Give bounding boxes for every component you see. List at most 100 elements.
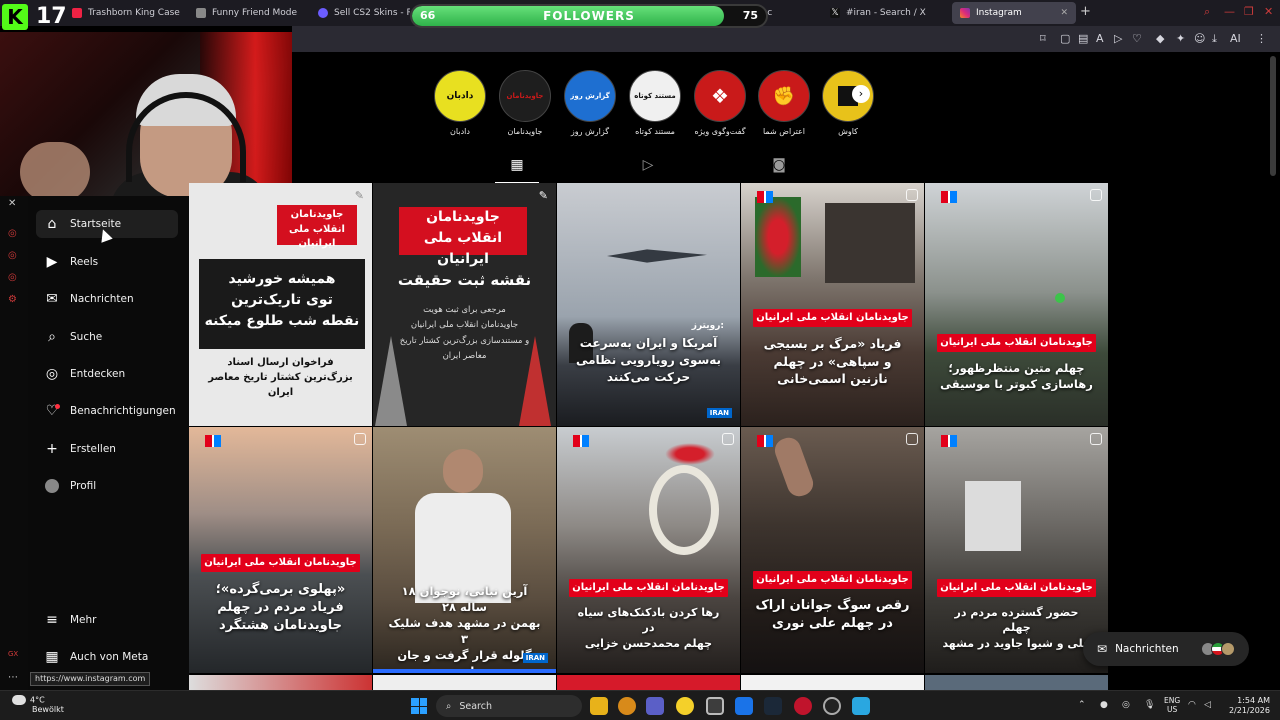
app-icon[interactable]: GX: [8, 650, 18, 658]
x-logo-icon[interactable]: ✕: [8, 198, 16, 209]
taskbar-search[interactable]: ⌕ Search: [436, 695, 582, 717]
flag-icon: [757, 191, 773, 203]
story-highlight[interactable]: دادبان دادبان: [430, 70, 490, 136]
menu-icon[interactable]: ⋮: [1256, 32, 1267, 45]
sidebar-icon[interactable]: ▷: [1114, 32, 1122, 45]
followers-current: 66: [420, 9, 436, 22]
sidebar-item-messages[interactable]: ✉ Nachrichten: [36, 285, 178, 313]
app-icon[interactable]: [852, 697, 870, 715]
browser-tab-active[interactable]: Instagram ✕: [952, 2, 1076, 24]
post-tile[interactable]: [925, 675, 1108, 690]
sidebar-item-reels[interactable]: ▶ Reels: [36, 248, 178, 276]
microphone-icon[interactable]: 🎙: [1144, 700, 1155, 710]
new-tab-button[interactable]: +: [1080, 4, 1091, 19]
heart-icon[interactable]: ♡: [1132, 32, 1142, 45]
obs-icon[interactable]: [823, 697, 841, 715]
post-tile[interactable]: جاویدنامان انقلاب ملی ایرانیان حضور گستر…: [925, 427, 1108, 673]
story-highlight[interactable]: کاوش: [818, 70, 878, 136]
tray-icon[interactable]: ●: [1100, 700, 1108, 710]
post-tile[interactable]: جاویدنامان انقلاب ملی ایرانیان رها کردن …: [557, 427, 740, 673]
posts-grid-icon[interactable]: ▦: [507, 157, 527, 177]
browser-tab[interactable]: Sell CS2 Skins - Real: [310, 2, 410, 24]
account-icon[interactable]: ☺: [1194, 32, 1205, 45]
post-tile[interactable]: [557, 675, 740, 690]
close-window-icon[interactable]: ✕: [1264, 5, 1273, 18]
extensions-icon[interactable]: ✦: [1176, 32, 1185, 45]
bookmark-icon[interactable]: ⌑: [1040, 32, 1046, 45]
language-indicator[interactable]: ENG US: [1164, 696, 1180, 715]
stories-next-button[interactable]: ›: [852, 85, 870, 103]
app-icon[interactable]: ◎: [8, 228, 17, 239]
story-highlight[interactable]: مستند کوتاه مستند کوتاه: [625, 70, 685, 136]
post-tile[interactable]: جاویدنامان انقلاب ملی ایرانیان «پهلوی بر…: [189, 427, 372, 673]
post-banner: جاویدنامان انقلاب ملی ایرانیان: [753, 571, 912, 589]
download-icon[interactable]: ⤓: [1212, 32, 1217, 46]
ai-icon[interactable]: AI: [1230, 32, 1241, 45]
tab-favicon-icon: [72, 8, 82, 18]
story-highlight[interactable]: گزارش روز گزارش روز: [560, 70, 620, 136]
post-tile[interactable]: [373, 675, 556, 690]
chevron-up-icon[interactable]: ⌃: [1078, 700, 1086, 710]
search-icon[interactable]: ⌕: [1204, 5, 1210, 19]
app-icon[interactable]: ◎: [8, 272, 17, 283]
teams-icon[interactable]: [646, 697, 664, 715]
cloud-icon: [12, 695, 26, 705]
heart-icon: ♡: [45, 403, 60, 419]
close-tab-icon[interactable]: ✕: [1060, 8, 1068, 18]
clock[interactable]: 1:54 AM 2/21/2026: [1224, 696, 1270, 716]
post-tile[interactable]: جاویدنامان انقلاب ملی ایرانیان چهلم متین…: [925, 183, 1108, 426]
x-logo-icon: 𝕏: [830, 8, 840, 18]
sidebar-item-notifications[interactable]: ♡ Benachrichtigungen: [36, 397, 178, 425]
post-tile[interactable]: جاویدنامان انقلاب ملی ایرانیان فریاد «مر…: [741, 183, 924, 426]
sidebar-item-explore[interactable]: ◎ Entdecken: [36, 360, 178, 388]
volume-icon[interactable]: ◁: [1204, 700, 1211, 710]
post-tile[interactable]: [741, 675, 924, 690]
settings-icon[interactable]: ⚙: [8, 294, 17, 305]
store-icon[interactable]: [706, 697, 724, 715]
translate-icon[interactable]: A: [1096, 32, 1104, 45]
steam-icon[interactable]: [764, 697, 782, 715]
app-icon[interactable]: ◎: [8, 250, 17, 261]
sidebar-item-profile[interactable]: Profil: [36, 472, 178, 500]
status-url: https://www.instagram.com: [30, 672, 151, 686]
screenshot-icon[interactable]: ▢: [1060, 32, 1070, 45]
file-explorer-icon[interactable]: [590, 697, 608, 715]
messages-pill-button[interactable]: ✉ Nachrichten: [1083, 632, 1249, 666]
post-tile[interactable]: رویترز: آمریکا و ایران به‌سرعت به‌سوی رو…: [557, 183, 740, 426]
weather-widget[interactable]: 4°C Bewölkt: [12, 695, 64, 715]
browser-tab[interactable]: Funny Friend Mode: [188, 2, 304, 24]
post-tile[interactable]: آرین نباتی، نوجوان ۱۸ ساله ۲۸ بهمن در مش…: [373, 427, 556, 673]
story-highlight[interactable]: ❖ گفت‌وگوی ویژه: [690, 70, 750, 136]
browser-tab[interactable]: 𝕏 #iran - Search / X: [822, 2, 946, 24]
sidebar-item-search[interactable]: ⌕ Suche: [36, 323, 178, 351]
minimize-icon[interactable]: —: [1224, 5, 1235, 18]
app-icon[interactable]: [618, 697, 636, 715]
wifi-icon[interactable]: ◠: [1188, 700, 1196, 710]
more-icon[interactable]: ⋯: [8, 672, 18, 683]
windows-start-icon[interactable]: [411, 698, 427, 714]
maximize-icon[interactable]: ❐: [1244, 5, 1254, 18]
reader-icon[interactable]: ▤: [1078, 32, 1088, 45]
story-highlight[interactable]: ✊ اعتراض شما: [754, 70, 814, 136]
shield-icon[interactable]: ◆: [1156, 32, 1164, 45]
tray-icon[interactable]: ◎: [1122, 700, 1130, 710]
reels-tab-icon[interactable]: ▷: [638, 157, 658, 177]
browser-tab[interactable]: Trashborn King Case on C: [64, 2, 180, 24]
sidebar-item-meta[interactable]: ▦ Auch von Meta: [36, 643, 178, 671]
story-name: گزارش روز: [570, 127, 610, 136]
tagged-tab-icon[interactable]: ◙: [769, 157, 789, 177]
sidebar-item-label: Startseite: [70, 218, 122, 230]
story-highlight[interactable]: جاویدنامان جاویدنامان: [495, 70, 555, 136]
tab-favicon-icon: [196, 8, 206, 18]
sidebar-item-more[interactable]: ≡ Mehr: [36, 606, 178, 634]
post-tile[interactable]: جاویدنامان انقلاب ملی ایرانیان همیشه خور…: [189, 183, 372, 426]
sidebar-item-label: Mehr: [70, 614, 97, 626]
post-tile[interactable]: جاویدنامان انقلاب ملی ایرانیان رقص سوگ ج…: [741, 427, 924, 673]
post-tile[interactable]: [189, 675, 372, 690]
mail-icon[interactable]: [735, 697, 753, 715]
post-tile[interactable]: جاویدنامان انقلاب ملی ایرانیان نقشه ثبت …: [373, 183, 556, 426]
scrollbar[interactable]: [1270, 56, 1276, 176]
sidebar-item-create[interactable]: + Erstellen: [36, 435, 178, 463]
app-icon[interactable]: [676, 697, 694, 715]
opera-gx-icon[interactable]: [794, 697, 812, 715]
